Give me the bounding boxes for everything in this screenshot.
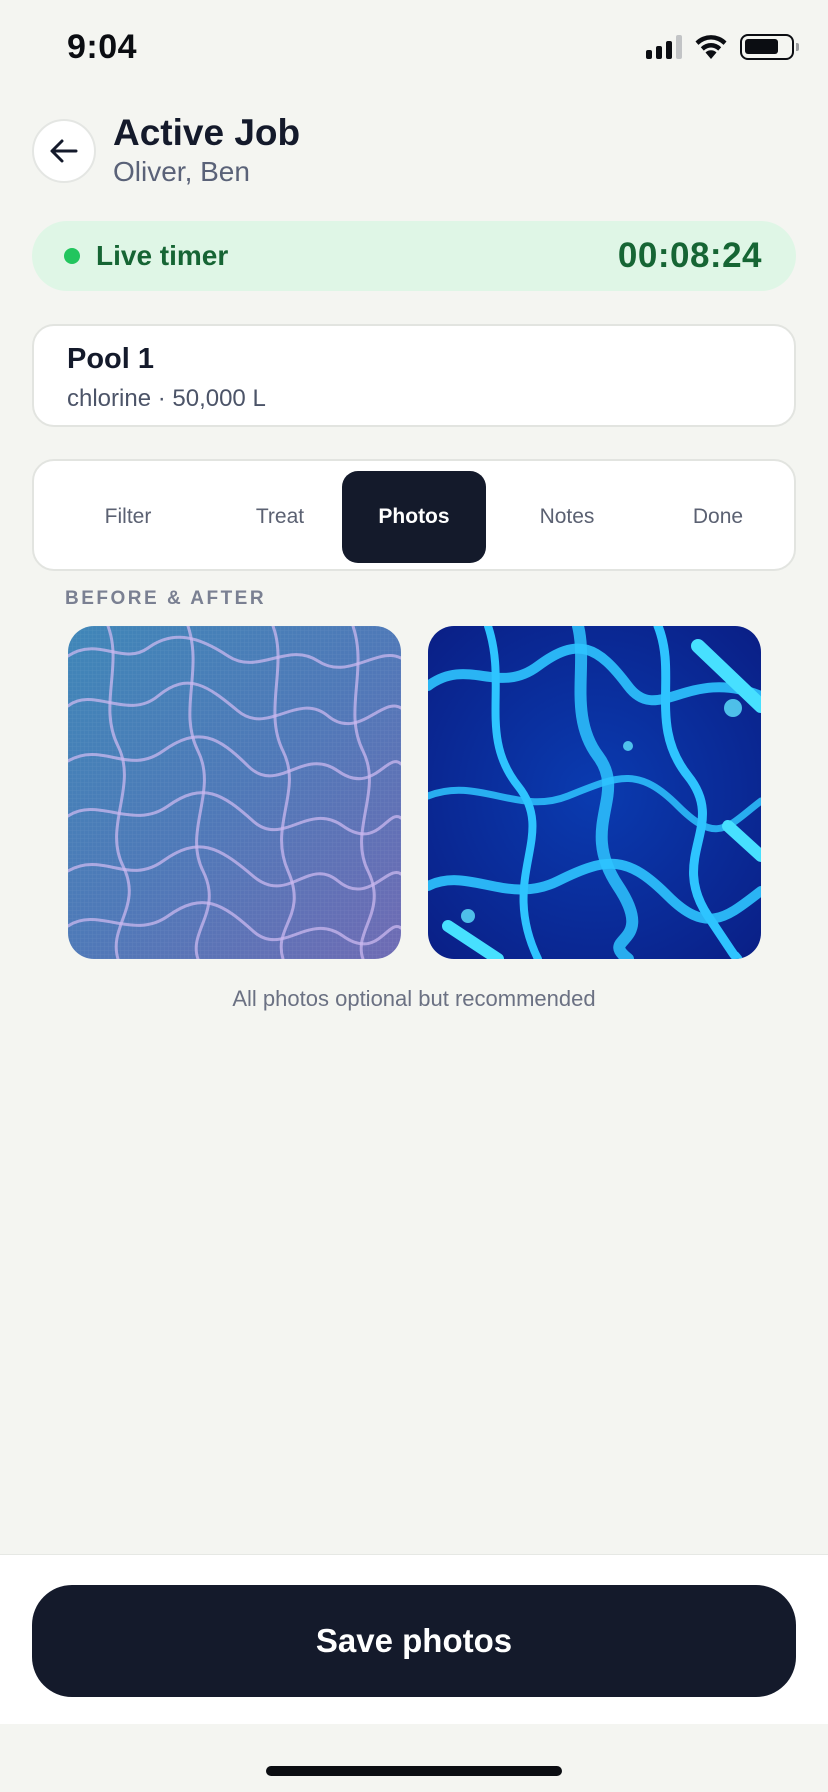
customer-name: Oliver, Ben (113, 156, 250, 187)
wifi-icon (695, 35, 727, 59)
tab-notes[interactable]: Notes (495, 471, 639, 563)
tab-treat[interactable]: Treat (208, 471, 352, 563)
tab-photos[interactable]: Photos (342, 471, 486, 563)
cellular-signal-icon (646, 35, 682, 59)
battery-icon (740, 34, 799, 60)
home-indicator (266, 1766, 562, 1776)
pool-card: Pool 1 chlorine · 50,000 L (32, 324, 796, 427)
screen: 9:04 Active Job Oliver, Ben Live timer 0… (0, 0, 828, 1792)
status-time: 9:04 (67, 28, 138, 66)
photos-hint: All photos optional but recommended (232, 986, 596, 1011)
after-photo[interactable] (428, 626, 761, 959)
job-step-tabs: Filter Treat Photos Notes Done (32, 459, 796, 571)
arrow-left-icon (50, 139, 78, 163)
status-icons (646, 34, 799, 60)
live-timer-value: 00:08:24 (617, 236, 762, 275)
page-title: Active Job (113, 112, 301, 153)
bottom-action-bar: Save photos (0, 1554, 828, 1724)
live-timer-bar: Live timer 00:08:24 (32, 221, 796, 291)
pool-name: Pool 1 (67, 343, 155, 375)
before-photo[interactable] (68, 626, 401, 959)
save-photos-button[interactable]: Save photos (32, 1585, 796, 1697)
live-status-dot (64, 248, 80, 264)
pool-details: chlorine · 50,000 L (67, 385, 266, 412)
live-timer-label: Live timer (96, 240, 229, 271)
tab-filter[interactable]: Filter (56, 471, 200, 563)
section-label-before-after: BEFORE & AFTER (65, 588, 267, 609)
back-button[interactable] (32, 119, 96, 183)
tab-done[interactable]: Done (646, 471, 790, 563)
